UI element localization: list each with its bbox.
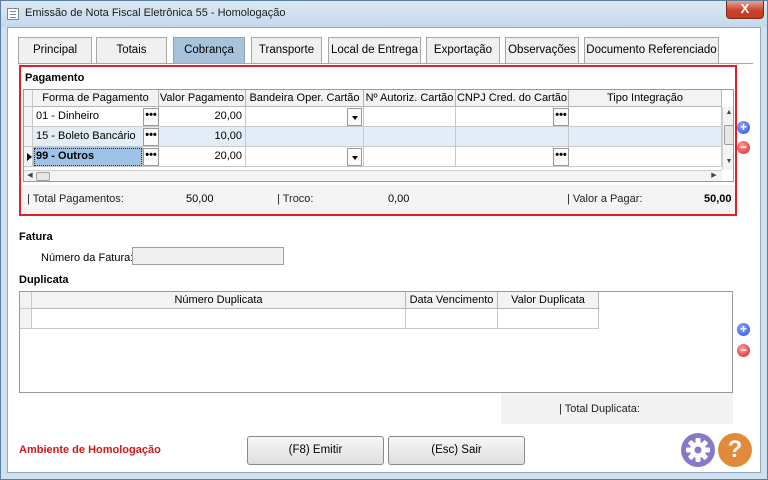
bandeira-cell[interactable]	[246, 127, 364, 147]
autoriz-cell[interactable]	[364, 127, 456, 147]
tab-principal[interactable]: Principal	[18, 37, 92, 63]
tab-exportacao[interactable]: Exportação	[426, 37, 500, 63]
document-icon	[7, 8, 19, 20]
ellipsis-button[interactable]: •••	[553, 108, 569, 126]
gear-icon[interactable]	[681, 433, 715, 467]
valor-pagar-label: | Valor a Pagar:	[567, 193, 643, 205]
numero-fatura-input[interactable]	[132, 247, 284, 265]
total-pagamentos-label: | Total Pagamentos:	[27, 193, 124, 205]
row-indicator	[24, 127, 33, 147]
header-corner	[24, 90, 33, 107]
scroll-thumb[interactable]	[36, 172, 50, 181]
gear-glyph	[686, 438, 710, 462]
valor-cell[interactable]: 20,00	[159, 107, 246, 127]
valor-duplicata-cell[interactable]	[498, 309, 599, 329]
client-area: Principal Totais Cobrança Transporte Loc…	[7, 27, 761, 473]
col-valor-duplicata[interactable]: Valor Duplicata	[498, 292, 599, 309]
troco-label: | Troco:	[277, 193, 314, 205]
window-title: Emissão de Nota Fiscal Eletrônica 55 - H…	[25, 7, 286, 19]
tab-transporte[interactable]: Transporte	[251, 37, 322, 63]
duplicata-grid[interactable]: Número Duplicata Data Vencimento Valor D…	[19, 291, 733, 393]
forma-cell[interactable]: 99 - Outros	[33, 147, 143, 167]
tab-divider	[18, 63, 753, 64]
col-forma-pagamento[interactable]: Forma de Pagamento	[33, 90, 159, 107]
tipo-cell[interactable]	[569, 127, 722, 147]
pagamento-title: Pagamento	[25, 72, 85, 84]
tipo-cell[interactable]	[569, 147, 722, 167]
duplicata-totals: | Total Duplicata:	[501, 393, 733, 424]
scroll-up-icon[interactable]: ▲	[724, 108, 733, 118]
current-row-indicator	[24, 147, 33, 167]
remove-duplicata-button[interactable]: −	[737, 344, 750, 357]
ellipsis-button[interactable]: •••	[553, 148, 569, 166]
col-valor-pagamento[interactable]: Valor Pagamento	[159, 90, 246, 107]
forma-cell[interactable]: 15 - Boleto Bancário	[33, 127, 159, 147]
numero-duplicata-cell[interactable]	[32, 309, 406, 329]
close-button[interactable]: X	[726, 1, 764, 19]
fatura-title: Fatura	[19, 231, 53, 243]
pagamento-totals: | Total Pagamentos: 50,00 | Troco: 0,00 …	[21, 185, 735, 214]
ellipsis-button[interactable]: •••	[143, 108, 159, 126]
valor-cell[interactable]: 20,00	[159, 147, 246, 167]
tab-totais[interactable]: Totais	[96, 37, 167, 63]
add-duplicata-button[interactable]: +	[737, 323, 750, 336]
emit-button[interactable]: (F8) Emitir	[247, 436, 384, 465]
main-window: Emissão de Nota Fiscal Eletrônica 55 - H…	[0, 0, 768, 480]
tab-documento-referenciado[interactable]: Documento Referenciado	[584, 37, 719, 63]
header-corner	[20, 292, 32, 309]
duplicata-title: Duplicata	[19, 274, 69, 286]
ellipsis-button[interactable]: •••	[143, 148, 159, 166]
cnpj-cell[interactable]	[456, 127, 569, 147]
environment-label: Ambiente de Homologação	[19, 444, 161, 456]
col-tipo-integracao[interactable]: Tipo Integração	[569, 90, 722, 107]
troco-value: 0,00	[388, 193, 410, 205]
title-bar[interactable]: Emissão de Nota Fiscal Eletrônica 55 - H…	[1, 1, 767, 27]
col-bandeira[interactable]: Bandeira Oper. Cartão	[246, 90, 364, 107]
chevron-down-icon[interactable]	[347, 108, 362, 126]
pagamento-panel: Pagamento Forma de Pagamento Valor Pagam…	[19, 65, 737, 216]
scroll-thumb[interactable]	[724, 125, 733, 145]
col-autoriz[interactable]: Nº Autoriz. Cartão	[364, 90, 456, 107]
tipo-cell[interactable]	[569, 107, 722, 127]
help-icon[interactable]: ?	[718, 433, 752, 467]
chevron-down-icon[interactable]	[347, 148, 362, 166]
data-vencimento-cell[interactable]	[406, 309, 498, 329]
triangle-right-icon	[27, 153, 32, 161]
horizontal-scrollbar[interactable]: ◀ ▶	[24, 170, 722, 181]
col-data-vencimento[interactable]: Data Vencimento	[406, 292, 498, 309]
autoriz-cell[interactable]	[364, 147, 456, 167]
total-pagamentos-value: 50,00	[186, 193, 214, 205]
col-cnpj[interactable]: CNPJ Cred. do Cartão	[456, 90, 569, 107]
tab-local-entrega[interactable]: Local de Entrega	[328, 37, 421, 63]
tab-cobranca[interactable]: Cobrança	[173, 37, 245, 63]
numero-fatura-label: Número da Fatura:	[41, 252, 134, 264]
total-duplicata-label: | Total Duplicata:	[559, 403, 640, 415]
vertical-scrollbar[interactable]: ▲ ▼	[722, 107, 733, 170]
scroll-right-icon[interactable]: ▶	[710, 171, 718, 181]
autoriz-cell[interactable]	[364, 107, 456, 127]
valor-pagar-value: 50,00	[704, 193, 732, 205]
tab-observacoes[interactable]: Observações	[505, 37, 579, 63]
valor-cell[interactable]: 10,00	[159, 127, 246, 147]
pagamento-grid[interactable]: Forma de Pagamento Valor Pagamento Bande…	[23, 89, 734, 182]
col-numero-duplicata[interactable]: Número Duplicata	[32, 292, 406, 309]
ellipsis-button[interactable]: •••	[143, 128, 159, 146]
scroll-down-icon[interactable]: ▼	[724, 157, 733, 167]
forma-cell[interactable]: 01 - Dinheiro	[33, 107, 159, 127]
row-indicator	[24, 107, 33, 127]
add-pagamento-button[interactable]: +	[737, 121, 750, 134]
remove-pagamento-button[interactable]: −	[737, 141, 750, 154]
exit-button[interactable]: (Esc) Sair	[388, 436, 525, 465]
scroll-left-icon[interactable]: ◀	[26, 171, 34, 181]
row-indicator	[20, 309, 32, 329]
